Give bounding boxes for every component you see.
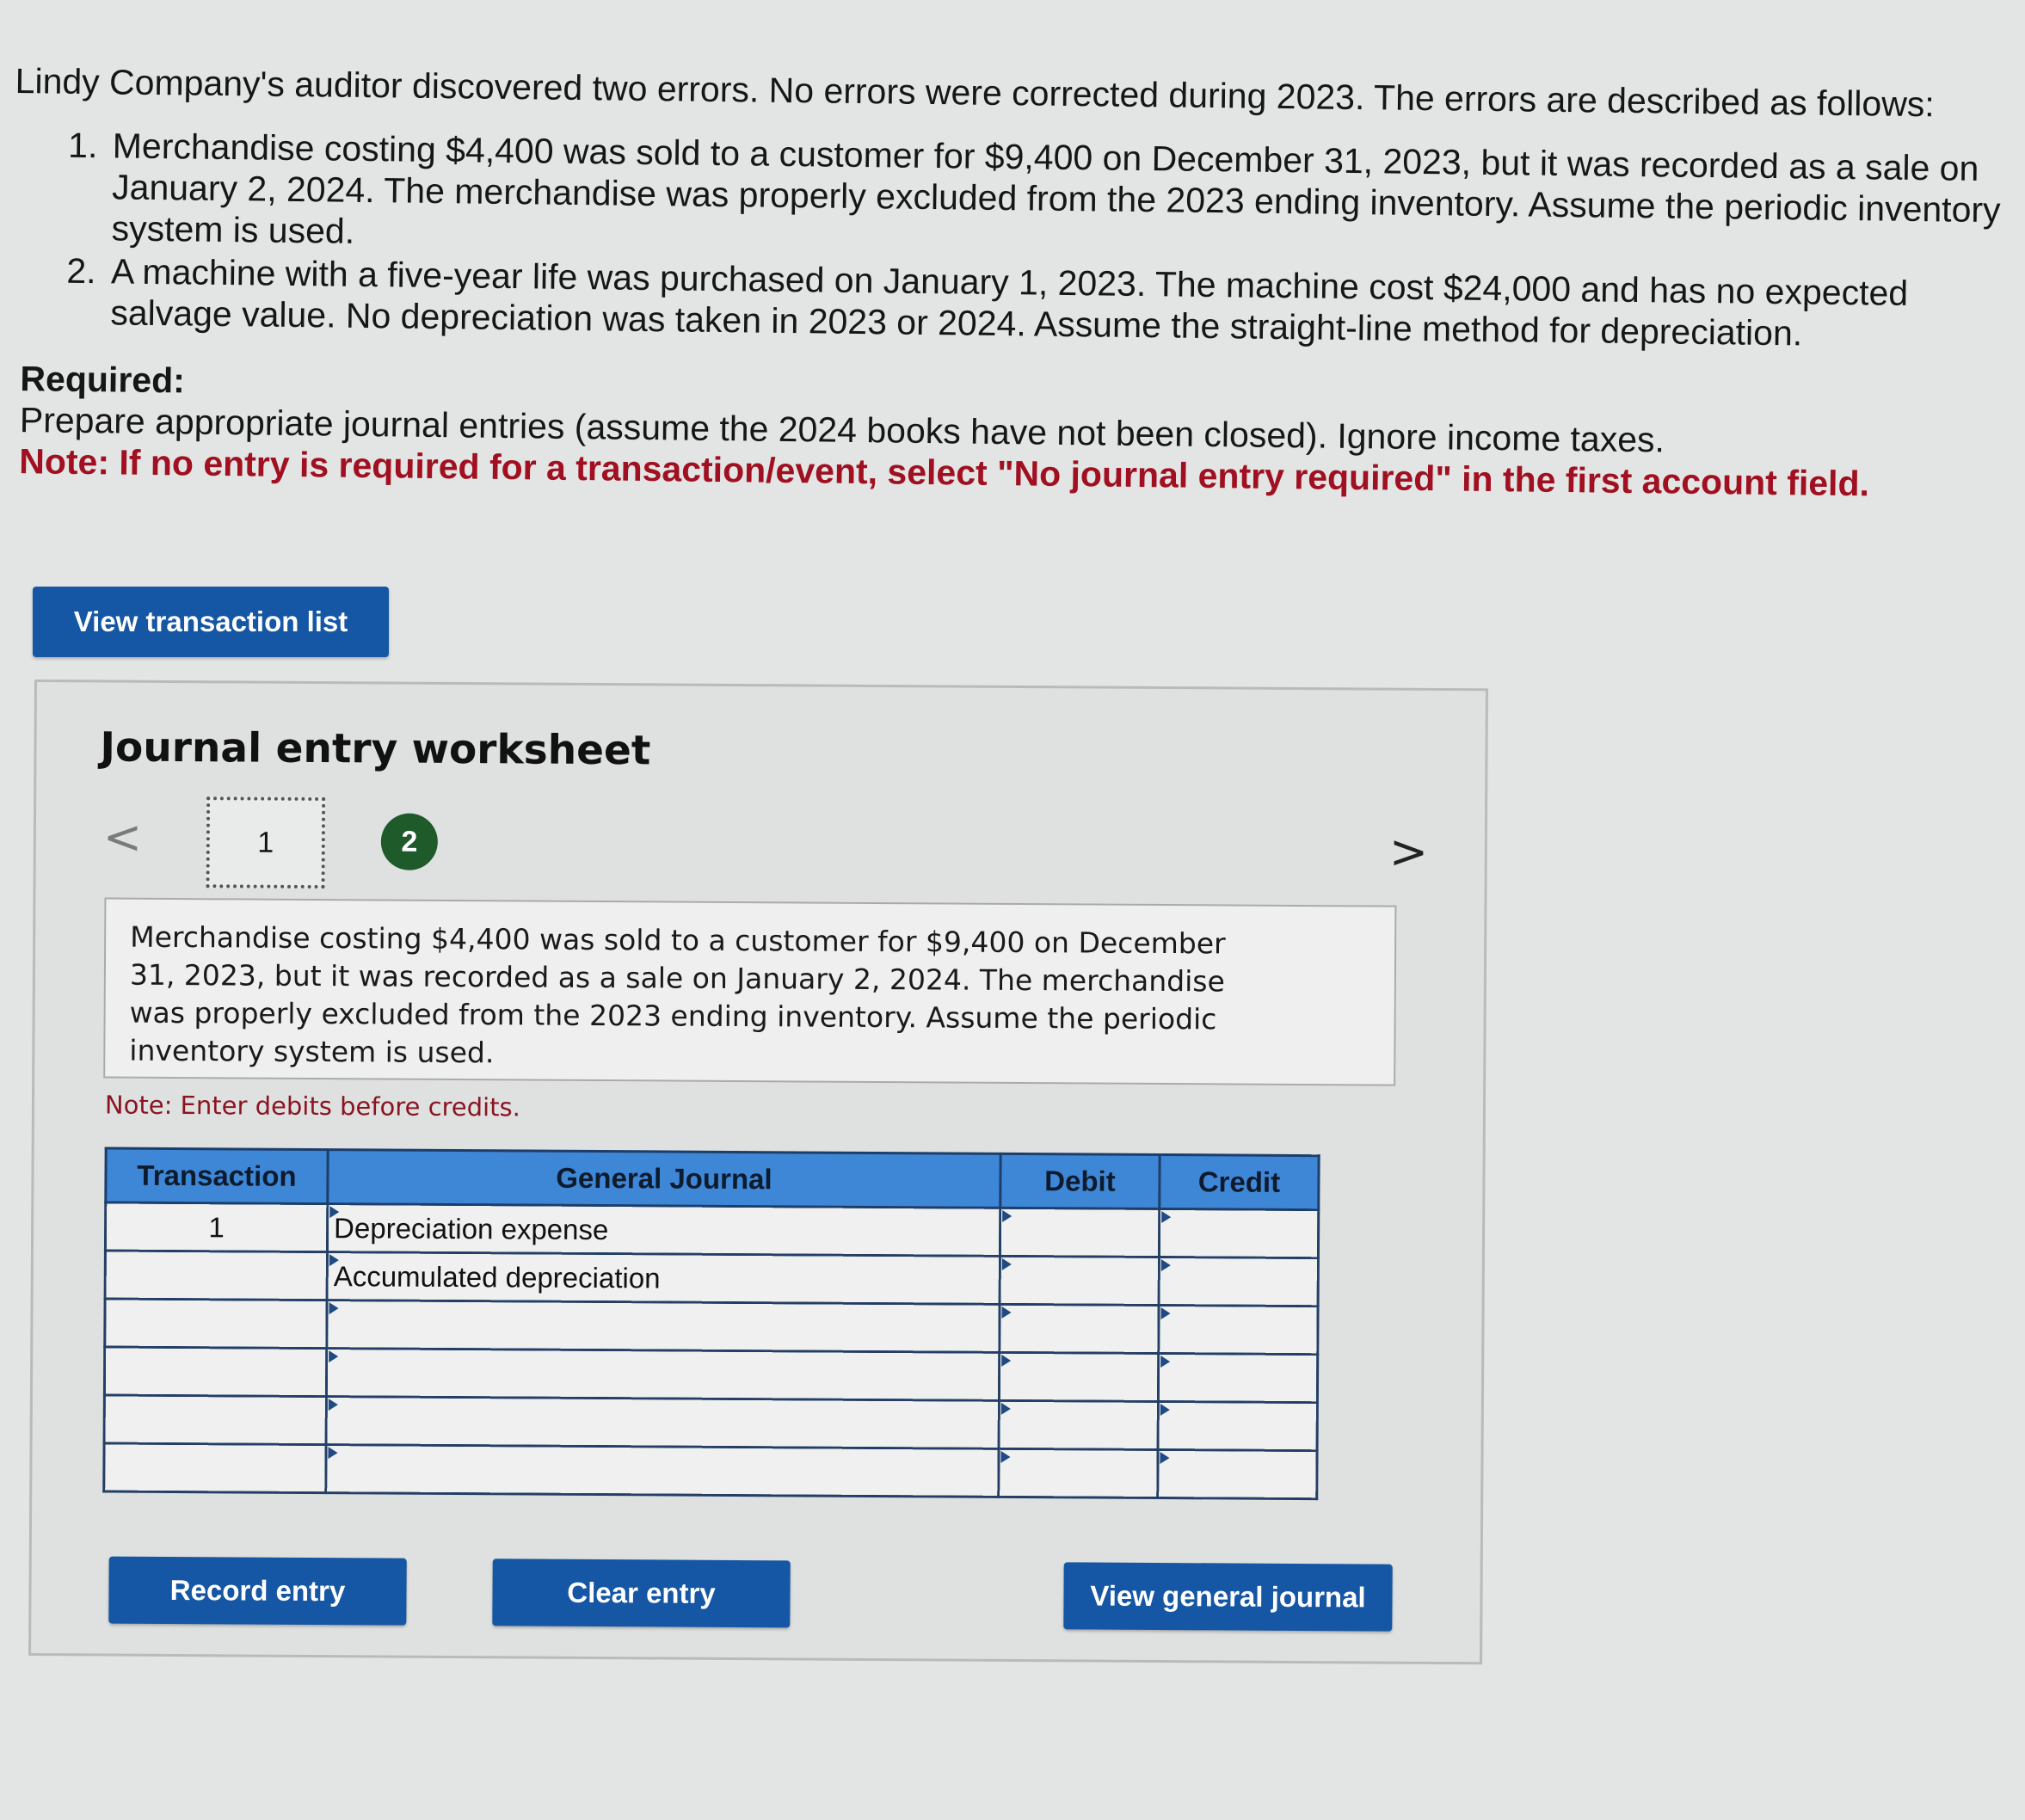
dropdown-marker-icon: [329, 1350, 339, 1363]
clear-entry-button[interactable]: Clear entry: [492, 1559, 791, 1628]
view-general-journal-button[interactable]: View general journal: [1063, 1562, 1393, 1632]
credit-input[interactable]: [1158, 1353, 1318, 1403]
dropdown-marker-icon: [1160, 1404, 1170, 1417]
debits-note: Note: Enter debits before credits.: [104, 1090, 520, 1122]
chevron-right-icon[interactable]: >: [1389, 825, 1429, 879]
journal-table: Transaction General Journal Debit Credit…: [102, 1147, 1320, 1501]
journal-row: Accumulated depreciation: [105, 1251, 1319, 1307]
debit-input[interactable]: [999, 1304, 1160, 1354]
column-header-general-journal: General Journal: [327, 1149, 1001, 1208]
transaction-cell: [105, 1251, 328, 1300]
journal-row: [103, 1443, 1318, 1499]
tab-transaction-2[interactable]: 2: [380, 813, 439, 870]
dropdown-marker-icon: [1160, 1259, 1171, 1272]
account-select[interactable]: Accumulated depreciation: [327, 1251, 1000, 1305]
dropdown-marker-icon: [329, 1302, 339, 1315]
account-select[interactable]: [326, 1396, 1000, 1449]
dropdown-marker-icon: [1161, 1211, 1172, 1224]
chevron-left-icon[interactable]: <: [103, 809, 143, 864]
journal-row: [104, 1395, 1318, 1451]
debit-input[interactable]: [998, 1448, 1159, 1498]
journal-row: 1 Depreciation expense: [105, 1202, 1319, 1258]
column-header-transaction: Transaction: [105, 1148, 329, 1204]
transaction-description: Merchandise costing $4,400 was sold to a…: [103, 897, 1397, 1086]
account-value: Depreciation expense: [334, 1211, 609, 1245]
transaction-cell: 1: [105, 1202, 328, 1252]
account-select[interactable]: Depreciation expense: [327, 1203, 1000, 1257]
transaction-cell: [104, 1299, 328, 1349]
journal-header-row: Transaction General Journal Debit Credit: [105, 1148, 1320, 1210]
error-list: Merchandise costing $4,400 was sold to a…: [12, 124, 2002, 356]
credit-input[interactable]: [1158, 1305, 1319, 1355]
debit-input[interactable]: [999, 1400, 1159, 1450]
dropdown-marker-icon: [1000, 1450, 1011, 1463]
credit-input[interactable]: [1159, 1208, 1319, 1258]
dropdown-marker-icon: [1002, 1209, 1012, 1222]
tab-label: 2: [401, 825, 418, 858]
dropdown-marker-icon: [329, 1206, 340, 1219]
transaction-cell: [104, 1395, 327, 1445]
worksheet-title: Journal entry worksheet: [100, 723, 651, 775]
account-value: Accumulated depreciation: [333, 1259, 661, 1294]
view-transaction-list-button[interactable]: View transaction list: [33, 587, 389, 657]
debit-input[interactable]: [1000, 1256, 1160, 1306]
dropdown-marker-icon: [1001, 1354, 1012, 1367]
dropdown-marker-icon: [328, 1399, 338, 1411]
credit-input[interactable]: [1158, 1401, 1318, 1451]
account-select[interactable]: [326, 1300, 1000, 1353]
column-header-debit: Debit: [1000, 1153, 1160, 1209]
account-select[interactable]: [325, 1444, 1000, 1497]
dropdown-marker-icon: [329, 1254, 339, 1267]
debit-input[interactable]: [999, 1352, 1159, 1402]
journal-entry-worksheet: Journal entry worksheet < 1 2 > Merchand…: [28, 679, 1488, 1665]
dropdown-marker-icon: [1000, 1402, 1011, 1415]
problem-lead: Lindy Company's auditor discovered two e…: [15, 60, 1936, 125]
record-entry-button[interactable]: Record entry: [108, 1556, 407, 1626]
dropdown-marker-icon: [1001, 1257, 1012, 1270]
problem-statement: Lindy Company's auditor discovered two e…: [10, 60, 2003, 506]
tab-transaction-1[interactable]: 1: [206, 796, 326, 889]
dropdown-marker-icon: [1160, 1452, 1170, 1465]
transaction-cell: [103, 1443, 327, 1493]
account-select[interactable]: [326, 1348, 1000, 1401]
tab-label: 1: [257, 826, 274, 859]
transaction-cell: [104, 1347, 327, 1397]
error-item: Merchandise costing $4,400 was sold to a…: [106, 125, 2002, 272]
dropdown-marker-icon: [1001, 1306, 1012, 1319]
journal-row: [104, 1347, 1318, 1403]
dropdown-marker-icon: [328, 1447, 338, 1460]
column-header-credit: Credit: [1159, 1154, 1320, 1210]
credit-input[interactable]: [1159, 1257, 1319, 1307]
debit-input[interactable]: [1000, 1208, 1160, 1257]
transaction-description-text: Merchandise costing $4,400 was sold to a…: [129, 919, 1226, 1070]
dropdown-marker-icon: [1160, 1307, 1171, 1320]
credit-input[interactable]: [1157, 1449, 1318, 1499]
dropdown-marker-icon: [1160, 1356, 1171, 1368]
journal-row: [104, 1299, 1319, 1355]
